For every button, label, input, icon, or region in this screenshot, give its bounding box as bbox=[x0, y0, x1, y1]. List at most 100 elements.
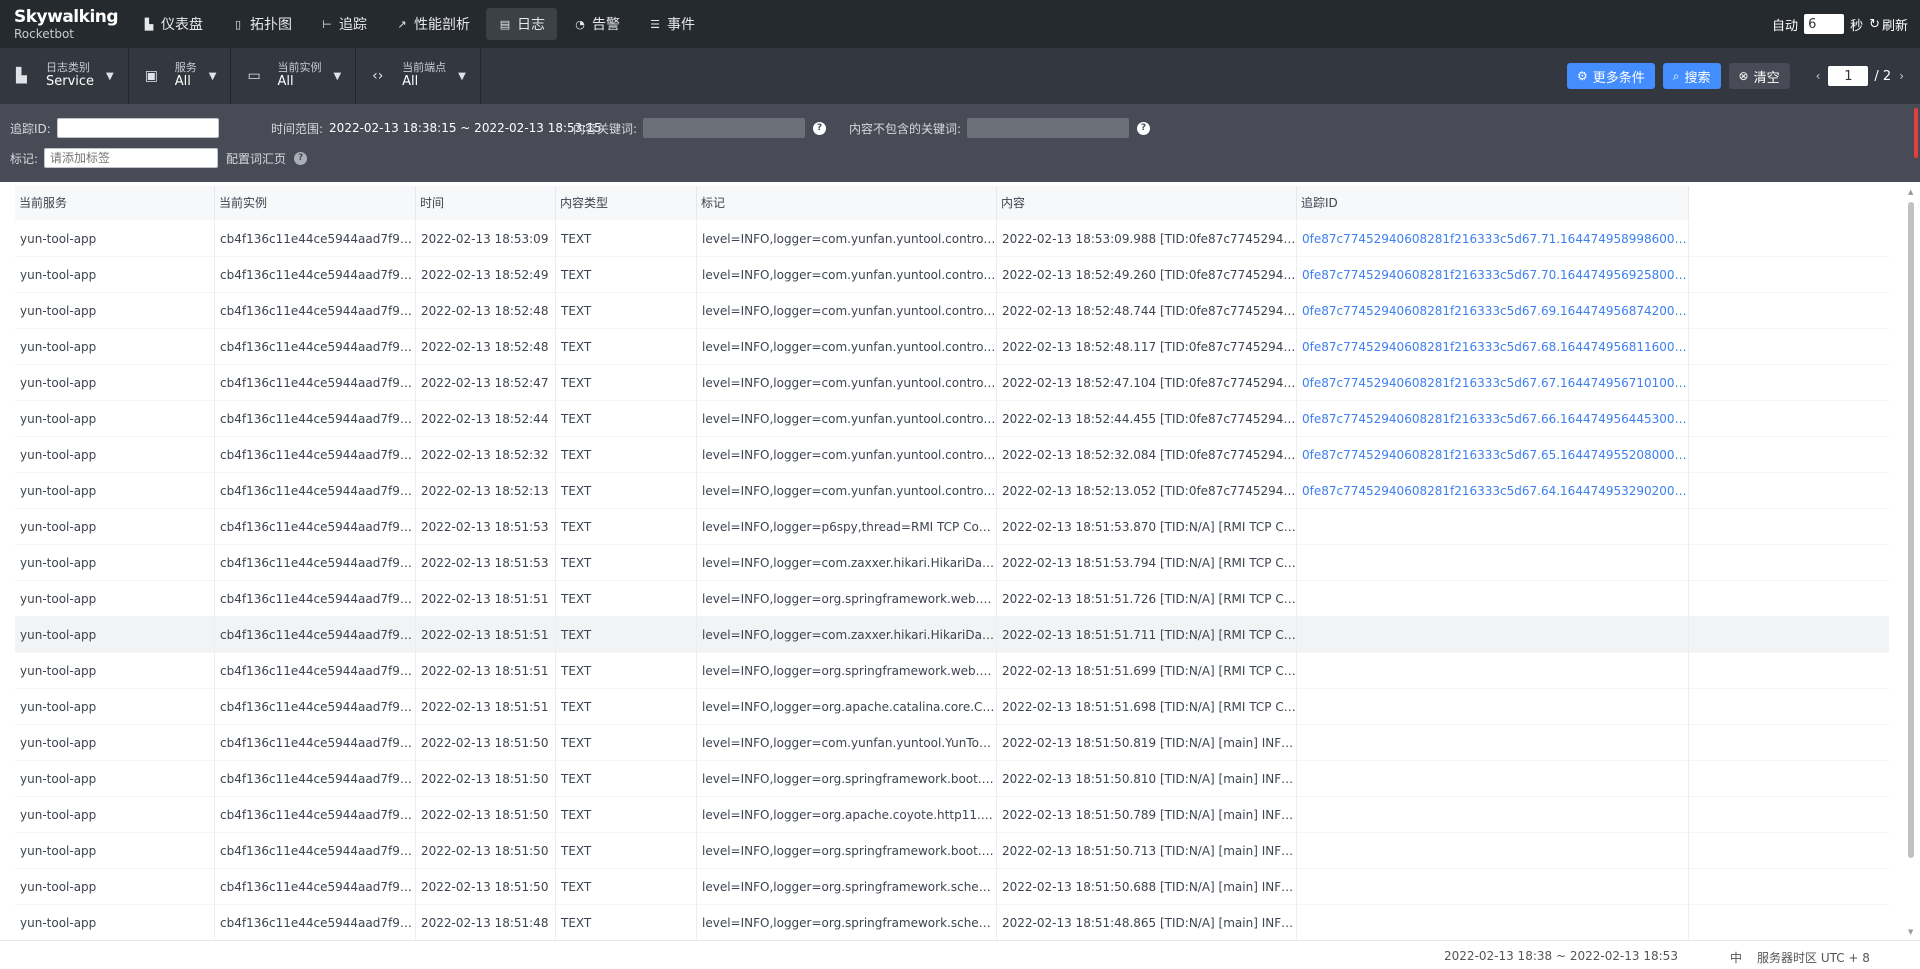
instance-select[interactable]: ▭ 当前实例 All ▼ bbox=[231, 48, 357, 104]
content-cell: 2022-02-13 18:51:50.810 [TID:N/A] [main]… bbox=[997, 760, 1297, 797]
table-body: yun-tool-app cb4f136c11e44ce5944aad7f9e..… bbox=[15, 220, 1889, 940]
help-icon[interactable]: ? bbox=[294, 151, 308, 165]
table-row[interactable]: yun-tool-app cb4f136c11e44ce5944aad7f9e..… bbox=[15, 364, 1889, 401]
table-row[interactable]: yun-tool-app cb4f136c11e44ce5944aad7f9e..… bbox=[15, 868, 1889, 905]
trace-id-link[interactable]: 0fe87c77452940608281f216333c5d67.70.1644… bbox=[1297, 256, 1689, 293]
help-icon[interactable]: ? bbox=[813, 121, 827, 135]
trace-id-link[interactable] bbox=[1297, 760, 1689, 797]
chevron-right-icon[interactable]: › bbox=[1899, 69, 1904, 83]
trace-id-link[interactable] bbox=[1297, 544, 1689, 581]
scroll-up-icon[interactable]: ▲ bbox=[1908, 188, 1913, 196]
nav-item-log[interactable]: ▤ 日志 bbox=[486, 8, 557, 40]
table-row[interactable]: yun-tool-app cb4f136c11e44ce5944aad7f9e..… bbox=[15, 760, 1889, 797]
nav-item-trace[interactable]: ⊢ 追踪 bbox=[308, 8, 379, 40]
clear-button[interactable]: ⊗ 清空 bbox=[1728, 63, 1790, 89]
trace-id-link[interactable] bbox=[1297, 652, 1689, 689]
table-row[interactable]: yun-tool-app cb4f136c11e44ce5944aad7f9e..… bbox=[15, 508, 1889, 545]
table-row[interactable]: yun-tool-app cb4f136c11e44ce5944aad7f9e..… bbox=[15, 832, 1889, 869]
select-key: 当前端点 bbox=[402, 61, 447, 75]
help-icon[interactable]: ? bbox=[1137, 121, 1151, 135]
trace-id-link[interactable] bbox=[1297, 688, 1689, 725]
time-cell: 2022-02-13 18:52:32 bbox=[416, 436, 556, 473]
time-range-label: 时间范围: bbox=[271, 121, 324, 136]
tags-input[interactable] bbox=[44, 148, 219, 168]
table-scrollbar[interactable]: ▲ ▼ bbox=[1906, 188, 1916, 936]
trace-id-link[interactable]: 0fe87c77452940608281f216333c5d67.68.1644… bbox=[1297, 328, 1689, 365]
nav-item-topology[interactable]: ▯ 拓扑图 bbox=[219, 8, 304, 40]
instance-icon: ▭ bbox=[247, 68, 261, 84]
service-cell: yun-tool-app bbox=[15, 796, 215, 833]
table-row[interactable]: yun-tool-app cb4f136c11e44ce5944aad7f9e..… bbox=[15, 796, 1889, 833]
trace-id-link[interactable]: 0fe87c77452940608281f216333c5d67.64.1644… bbox=[1297, 472, 1689, 509]
nav-item-alarm[interactable]: ◔ 告警 bbox=[561, 8, 632, 40]
column-header: 当前实例 bbox=[215, 186, 416, 220]
instance-cell: cb4f136c11e44ce5944aad7f9e... bbox=[215, 400, 416, 437]
logo[interactable]: Skywalking Rocketbot bbox=[0, 8, 130, 40]
config-link[interactable]: 配置词汇页 bbox=[226, 150, 286, 167]
table-row[interactable]: yun-tool-app cb4f136c11e44ce5944aad7f9e..… bbox=[15, 400, 1889, 437]
scroll-down-icon[interactable]: ▼ bbox=[1908, 928, 1913, 936]
table-row[interactable]: yun-tool-app cb4f136c11e44ce5944aad7f9e..… bbox=[15, 292, 1889, 329]
content-type-cell: TEXT bbox=[556, 544, 697, 581]
nav-item-dashboard[interactable]: ▙ 仪表盘 bbox=[130, 8, 215, 40]
table-row[interactable]: yun-tool-app cb4f136c11e44ce5944aad7f9e..… bbox=[15, 220, 1889, 257]
footer-time-range[interactable]: 2022-02-13 18:38 ~ 2022-02-13 18:53 bbox=[1444, 949, 1678, 963]
table-row[interactable]: yun-tool-app cb4f136c11e44ce5944aad7f9e..… bbox=[15, 256, 1889, 293]
trace-id-link[interactable]: 0fe87c77452940608281f216333c5d67.66.1644… bbox=[1297, 400, 1689, 437]
table-row[interactable]: yun-tool-app cb4f136c11e44ce5944aad7f9e..… bbox=[15, 580, 1889, 617]
table-row[interactable]: yun-tool-app cb4f136c11e44ce5944aad7f9e..… bbox=[15, 328, 1889, 365]
page-input[interactable] bbox=[1828, 66, 1869, 86]
select-value: Service bbox=[46, 73, 95, 89]
log-category-select[interactable]: ▙ 日志类别 Service ▼ bbox=[0, 48, 129, 104]
server-timezone: 服务器时区 UTC + 8 bbox=[1757, 951, 1870, 965]
chevron-left-icon[interactable]: ‹ bbox=[1816, 69, 1821, 83]
more-conditions-button[interactable]: ⚙ 更多条件 bbox=[1566, 63, 1655, 89]
tags-cell: level=INFO,logger=p6spy,thread=RMI TCP C… bbox=[697, 508, 997, 545]
table-row[interactable]: yun-tool-app cb4f136c11e44ce5944aad7f9e..… bbox=[15, 544, 1889, 581]
refresh-button[interactable]: ↻ 刷新 bbox=[1869, 15, 1908, 34]
select-value: All bbox=[174, 73, 191, 89]
content-type-cell: TEXT bbox=[556, 436, 697, 473]
trace-id-link[interactable] bbox=[1297, 508, 1689, 545]
trace-id-link[interactable]: 0fe87c77452940608281f216333c5d67.69.1644… bbox=[1297, 292, 1689, 329]
table-row[interactable]: yun-tool-app cb4f136c11e44ce5944aad7f9e..… bbox=[15, 436, 1889, 473]
keywords-input[interactable] bbox=[643, 118, 806, 138]
table-row[interactable]: yun-tool-app cb4f136c11e44ce5944aad7f9e..… bbox=[15, 904, 1889, 940]
log-icon: ▤ bbox=[499, 17, 511, 31]
service-select[interactable]: ▣ 服务 All ▼ bbox=[129, 48, 232, 104]
trace-id-link[interactable] bbox=[1297, 796, 1689, 833]
trace-id-input[interactable] bbox=[56, 118, 219, 138]
table-row[interactable]: yun-tool-app cb4f136c11e44ce5944aad7f9e..… bbox=[15, 688, 1889, 725]
trace-id-link[interactable] bbox=[1297, 580, 1689, 617]
time-range-value[interactable]: 2022-02-13 18:38:15 ~ 2022-02-13 18:53:1… bbox=[329, 121, 602, 135]
auto-refresh-controls: 自动 秒 ↻ 刷新 bbox=[1772, 0, 1908, 48]
column-header: 内容 bbox=[997, 186, 1297, 220]
exclude-keywords-input[interactable] bbox=[967, 118, 1130, 138]
trace-id-link[interactable] bbox=[1297, 616, 1689, 653]
trace-id-link[interactable] bbox=[1297, 868, 1689, 905]
search-button[interactable]: ⌕ 搜索 bbox=[1662, 63, 1721, 89]
auto-interval-input[interactable] bbox=[1804, 14, 1845, 34]
table-row[interactable]: yun-tool-app cb4f136c11e44ce5944aad7f9e..… bbox=[15, 472, 1889, 509]
trace-id-link[interactable] bbox=[1297, 904, 1689, 940]
content-type-cell: TEXT bbox=[556, 832, 697, 869]
trace-id-label: 追踪ID: bbox=[10, 121, 51, 136]
nav-item-label: 日志 bbox=[517, 17, 545, 33]
trace-id-link[interactable]: 0fe87c77452940608281f216333c5d67.71.1644… bbox=[1297, 220, 1689, 257]
trace-id-link[interactable] bbox=[1297, 724, 1689, 761]
table-row[interactable]: yun-tool-app cb4f136c11e44ce5944aad7f9e..… bbox=[15, 652, 1889, 689]
endpoint-select[interactable]: ‹› 当前端点 All ▼ bbox=[356, 48, 481, 104]
trace-id-link[interactable]: 0fe87c77452940608281f216333c5d67.65.1644… bbox=[1297, 436, 1689, 473]
table-row[interactable]: yun-tool-app cb4f136c11e44ce5944aad7f9e..… bbox=[15, 616, 1889, 653]
nav-item-event[interactable]: ☰ 事件 bbox=[636, 8, 707, 40]
nav-item-profile[interactable]: ↗ 性能剖析 bbox=[383, 8, 482, 40]
trace-id-link[interactable] bbox=[1297, 832, 1689, 869]
panel-scrollbar[interactable] bbox=[1914, 108, 1918, 158]
tags-cell: level=INFO,logger=org.apache.coyote.http… bbox=[697, 796, 997, 833]
scrollbar-thumb[interactable] bbox=[1908, 202, 1914, 858]
tags-cell: level=INFO,logger=com.zaxxer.hikari.Hika… bbox=[697, 616, 997, 653]
language-toggle[interactable]: 中 bbox=[1730, 949, 1742, 966]
trace-id-link[interactable]: 0fe87c77452940608281f216333c5d67.67.1644… bbox=[1297, 364, 1689, 401]
log-table: 当前服务 当前实例 时间 内容类型 标记 内容 追踪ID yun-tool-ap… bbox=[0, 182, 1920, 940]
table-row[interactable]: yun-tool-app cb4f136c11e44ce5944aad7f9e..… bbox=[15, 724, 1889, 761]
